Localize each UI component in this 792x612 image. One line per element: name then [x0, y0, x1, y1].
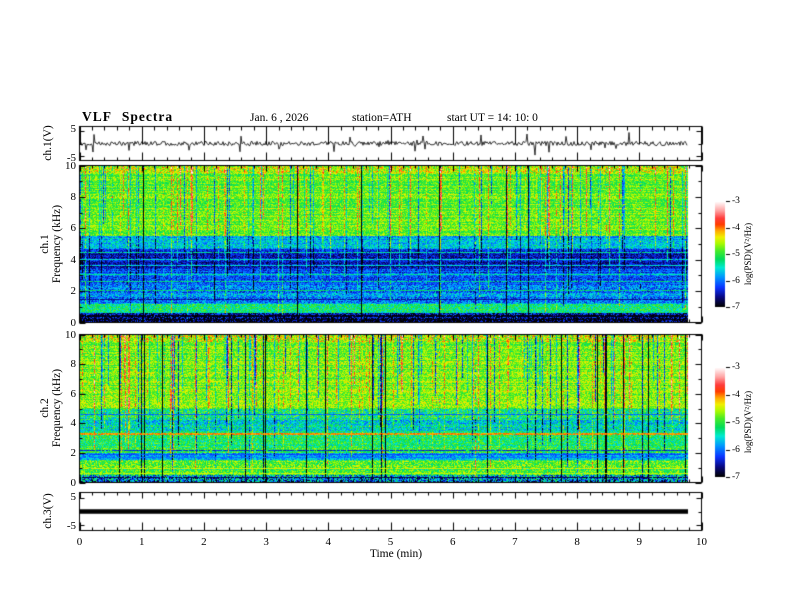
- x-tick-label: 6: [449, 536, 456, 548]
- ch1-axis-unit: Frequency (kHz): [51, 204, 63, 284]
- colorbar1-unit-label: log(PSD)(V²/Hz): [743, 222, 753, 286]
- x-tick-label: 5: [387, 536, 394, 548]
- spec1-freq-tick-label: 2: [70, 285, 77, 298]
- x-tick-label: 2: [201, 536, 207, 548]
- wave1-y-tick-label: 5: [70, 123, 77, 135]
- colorbar1-tick-label: -7: [732, 302, 740, 312]
- colorbar1-tick-label: -3: [732, 196, 740, 206]
- colorbar2-tick-label: -3: [732, 362, 740, 372]
- ch1-volt-axis-label: ch.1(V): [42, 125, 54, 161]
- x-tick-label: 3: [263, 536, 269, 548]
- colorbar1-tick-label: -5: [732, 249, 740, 259]
- wave3-y-tick-label: 5: [70, 491, 77, 504]
- spec1-freq-tick-label: 10: [65, 159, 76, 172]
- ch3-volt-axis-label: ch.3(V): [42, 493, 54, 529]
- ch2-axis-unit: Frequency (kHz): [51, 368, 63, 448]
- colorbar2-tick-label: -6: [732, 444, 740, 455]
- x-tick-label: 7: [512, 536, 518, 548]
- colorbar1-tick-label: -4: [732, 222, 740, 233]
- ch1-frequency-axis-label: ch.1 Frequency (kHz): [39, 205, 63, 283]
- spec2-freq-tick-label: 6: [70, 387, 77, 400]
- spec2-freq-tick-label: 4: [70, 417, 77, 430]
- x-tick-label: 0: [76, 536, 83, 548]
- spec2-freq-tick-label: 10: [65, 328, 76, 341]
- spec2-freq-tick-label: 2: [70, 446, 77, 459]
- ch2-frequency-axis-label: ch.2 Frequency (kHz): [39, 369, 63, 447]
- spec2-freq-tick-label: 0: [70, 476, 77, 489]
- spec1-freq-tick-label: 8: [70, 190, 77, 203]
- spec1-freq-tick-label: 6: [70, 222, 77, 235]
- spec1-freq-tick-label: 4: [70, 253, 77, 266]
- colorbar2-tick-label: -7: [732, 472, 740, 482]
- spec2-freq-tick-label: 8: [70, 358, 77, 371]
- date-label: Jan. 6 , 2026: [250, 112, 309, 124]
- spectrogram-plot-canvas: [0, 0, 792, 612]
- x-tick-label: 9: [636, 536, 643, 548]
- colorbar2-tick-label: -4: [732, 389, 740, 400]
- station-label: station=ATH: [352, 112, 412, 124]
- plot-title: VLF Spectra: [82, 109, 174, 124]
- colorbar2-tick-label: -5: [732, 417, 740, 427]
- colorbar2-unit-label: log(PSD)(V²/Hz): [743, 390, 753, 454]
- ch2-axis-channel: ch.2: [39, 398, 51, 418]
- colorbar1-tick-label: -6: [732, 275, 740, 286]
- ch1-axis-channel: ch.1: [39, 234, 51, 254]
- spec1-freq-tick-label: 0: [70, 316, 77, 329]
- x-tick-label: 1: [138, 536, 145, 548]
- x-tick-label: 4: [325, 536, 332, 548]
- start-ut-label: start UT = 14: 10: 0: [447, 112, 538, 124]
- x-tick-label: 10: [696, 536, 707, 548]
- time-axis-label: Time (min): [369, 548, 423, 560]
- wave3-y-tick-label: -5: [66, 519, 76, 532]
- vlf-spectra-figure: VLF Spectra Jan. 6 , 2026 station=ATH st…: [0, 0, 792, 612]
- x-tick-label: 8: [574, 536, 580, 548]
